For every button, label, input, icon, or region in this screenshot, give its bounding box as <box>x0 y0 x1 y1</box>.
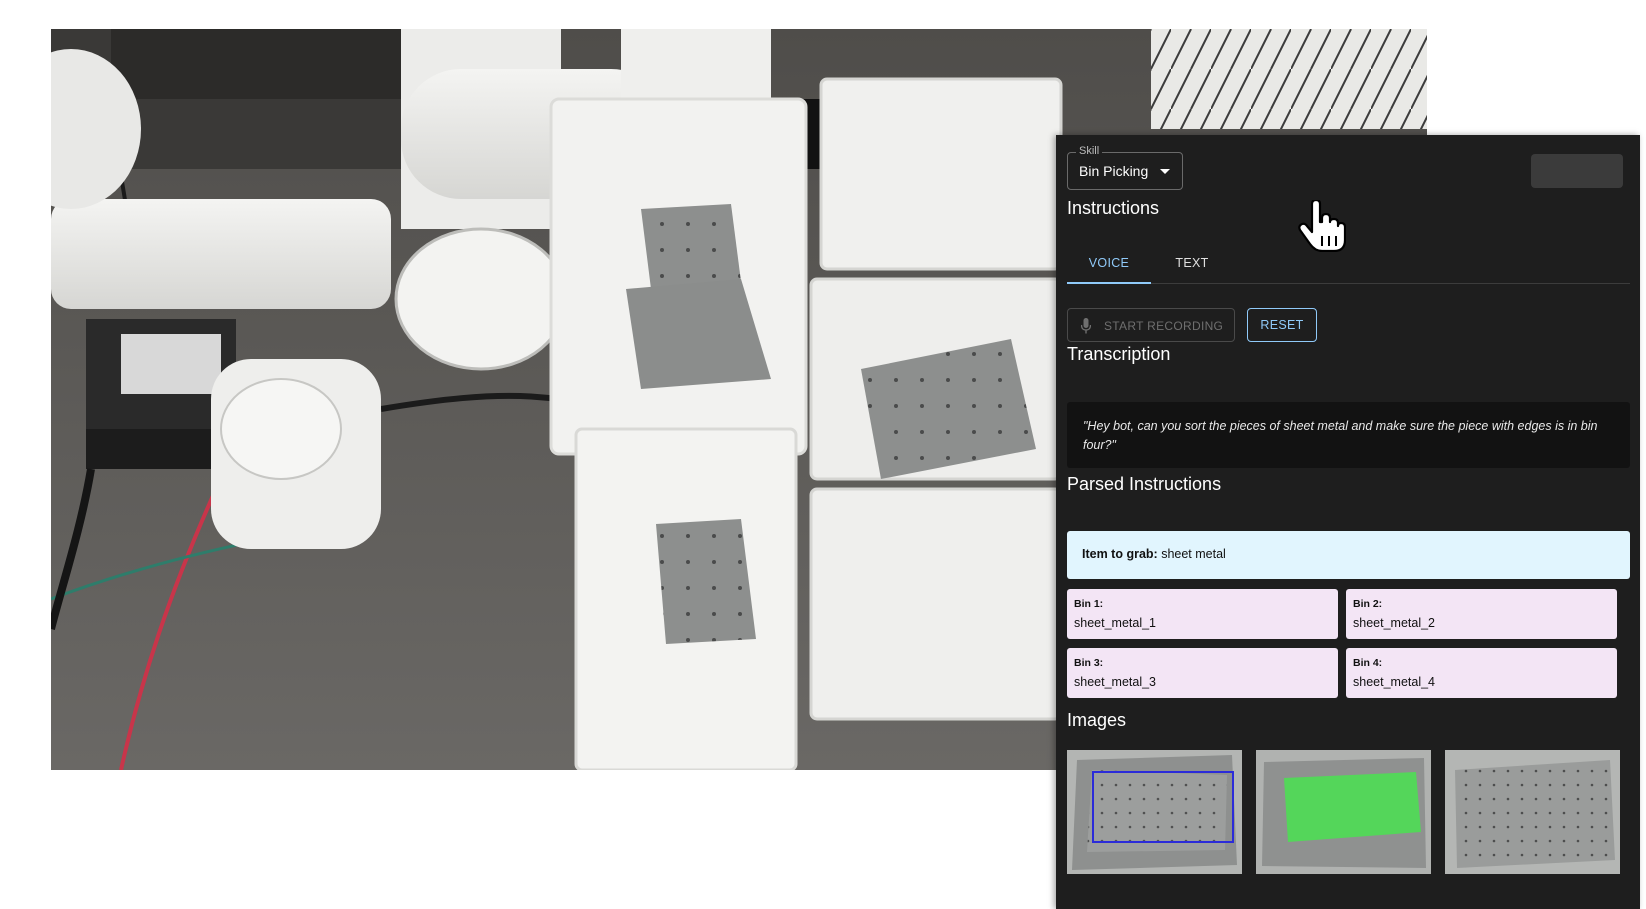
bin-label: Bin 4: <box>1353 657 1383 669</box>
tab-voice[interactable]: VOICE <box>1067 250 1151 284</box>
bin-label: Bin 2: <box>1353 598 1383 610</box>
parsed-instructions-heading: Parsed Instructions <box>1067 474 1222 494</box>
segmentation-mask <box>1284 772 1421 842</box>
top-right-button[interactable] <box>1531 154 1623 188</box>
sheet-metal-image <box>1256 750 1431 874</box>
item-to-grab-label: Item to grab: <box>1082 547 1158 561</box>
bin-label: Bin 3: <box>1074 657 1104 669</box>
chevron-down-icon <box>1160 169 1170 174</box>
start-recording-button[interactable]: START RECORDING <box>1067 308 1235 342</box>
transcription-heading: Transcription <box>1067 344 1171 364</box>
sheet-metal-image <box>1067 750 1242 874</box>
bin-card-2: Bin 2: sheet_metal_2 <box>1346 589 1617 639</box>
bin-value: sheet_metal_3 <box>1074 675 1157 689</box>
skill-select[interactable]: Skill Bin Picking <box>1067 145 1183 190</box>
bin-card-3: Bin 3: sheet_metal_3 <box>1067 648 1338 698</box>
microphone-icon <box>1081 318 1091 334</box>
skill-label: Skill <box>1076 145 1103 157</box>
transcription-text: "Hey bot, can you sort the pieces of she… <box>1067 402 1630 468</box>
reset-button[interactable]: RESET <box>1247 308 1317 342</box>
image-thumbnail-plain[interactable] <box>1445 750 1620 874</box>
image-thumbnail-bbox[interactable] <box>1067 750 1242 874</box>
instructions-heading: Instructions <box>1067 198 1160 218</box>
item-to-grab-card: Item to grab: sheet metal <box>1067 531 1630 579</box>
bin-value: sheet_metal_4 <box>1353 675 1436 689</box>
tab-text[interactable]: TEXT <box>1165 250 1219 282</box>
bin-value: sheet_metal_2 <box>1353 616 1436 630</box>
bin-label: Bin 1: <box>1074 598 1104 610</box>
hand-pointer-icon <box>1298 200 1346 252</box>
bin-value: sheet_metal_1 <box>1074 616 1157 630</box>
instruction-tabs: VOICE TEXT <box>1067 250 1630 284</box>
images-heading: Images <box>1067 710 1127 730</box>
skill-value: Bin Picking <box>1079 163 1149 179</box>
control-panel: Skill Bin Picking Instructions VOICE TEX… <box>1056 135 1640 909</box>
bin-card-1: Bin 1: sheet_metal_1 <box>1067 589 1338 639</box>
image-thumbnail-mask[interactable] <box>1256 750 1431 874</box>
bin-card-4: Bin 4: sheet_metal_4 <box>1346 648 1617 698</box>
item-to-grab-value: sheet metal <box>1161 547 1226 561</box>
start-recording-label: START RECORDING <box>1104 319 1224 333</box>
sheet-metal-image <box>1445 750 1620 874</box>
